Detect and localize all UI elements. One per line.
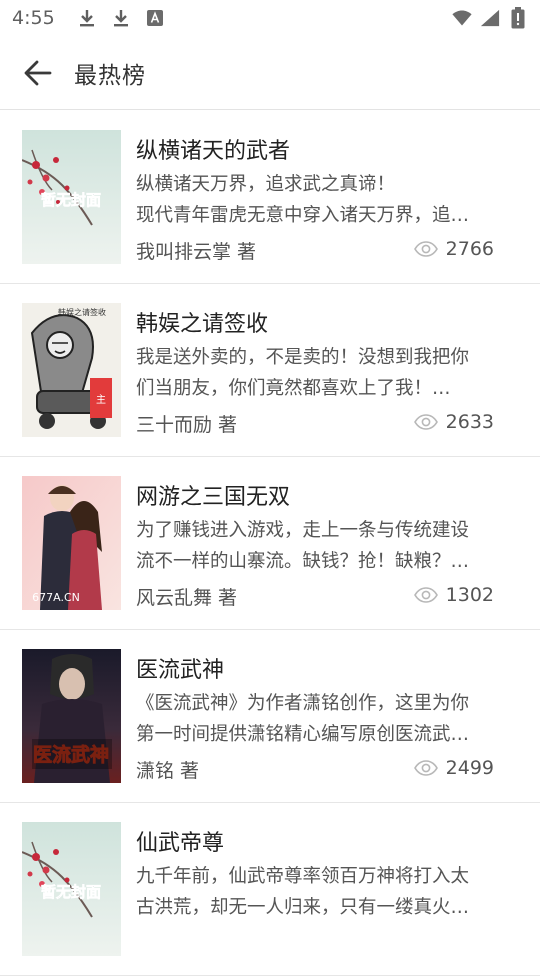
- arrow-left-icon: [24, 60, 52, 85]
- cover-text: 医流武神: [33, 743, 109, 766]
- wifi-icon: [452, 8, 472, 28]
- view-count-value: 2499: [445, 757, 494, 779]
- eye-icon: [413, 760, 438, 776]
- book-list-item[interactable]: 677A.CN 网游之三国无双 为了赚钱进入游戏，走上一条与传统建设 流不一样的…: [0, 457, 540, 630]
- book-cover[interactable]: 医流武神: [22, 649, 121, 783]
- book-cover[interactable]: 主 韩娱之请签收: [22, 303, 121, 437]
- book-title: 仙武帝尊: [136, 831, 225, 856]
- book-description-line: 我是送外卖的，不是卖的！没想到我把你: [136, 347, 470, 368]
- book-description-line: 为了赚钱进入游戏，走上一条与传统建设: [136, 520, 470, 541]
- download-icon: [111, 8, 131, 28]
- book-title: 网游之三国无双: [136, 485, 291, 510]
- view-count: 2766: [413, 238, 494, 260]
- back-button[interactable]: [20, 55, 56, 91]
- download-icon: [77, 8, 97, 28]
- book-description-line: 流不一样的山寨流。缺钱？抢！缺粮？…: [136, 551, 470, 572]
- book-author: 潇铭 著: [136, 760, 200, 782]
- book-author: 风云乱舞 著: [136, 587, 238, 609]
- status-left: 4:55: [12, 7, 165, 29]
- view-count-value: 2766: [445, 238, 494, 260]
- cover-text: 暂无封面: [41, 191, 101, 209]
- view-count: 2633: [413, 411, 494, 433]
- book-description-line: 古洪荒，却无一人归来，只有一缕真火…: [136, 897, 470, 918]
- book-author: 我叫排云掌 著: [136, 241, 257, 263]
- book-cover[interactable]: 暂无封面: [22, 822, 121, 956]
- view-count: 2499: [413, 757, 494, 779]
- book-list-item[interactable]: 暂无封面 纵横诸天的武者 纵横诸天万界，追求武之真谛！ 现代青年雷虎无意中穿入诸…: [0, 111, 540, 284]
- cover-text: 暂无封面: [41, 883, 101, 901]
- book-list: 暂无封面 纵横诸天的武者 纵横诸天万界，追求武之真谛！ 现代青年雷虎无意中穿入诸…: [0, 111, 540, 976]
- book-author: 三十而励 著: [136, 414, 238, 436]
- view-count: 1302: [413, 584, 494, 606]
- book-title: 纵横诸天的武者: [136, 139, 291, 164]
- eye-icon: [413, 414, 438, 430]
- status-bar: 4:55: [0, 0, 540, 36]
- page-title: 最热榜: [74, 62, 146, 89]
- book-description-line: 现代青年雷虎无意中穿入诸天万界，追…: [136, 205, 470, 226]
- a-notification-icon: [145, 8, 165, 28]
- book-description-line: 们当朋友，你们竟然都喜欢上了我！…: [136, 378, 451, 399]
- book-description: 九千年前，仙武帝尊率领百万神将打入太 古洪荒，却无一人归来，只有一缕真火…: [136, 861, 501, 923]
- book-cover[interactable]: 暂无封面: [22, 130, 121, 264]
- svg-text:主: 主: [96, 394, 106, 406]
- book-title: 医流武神: [136, 658, 225, 683]
- cover-text: 677A.CN: [32, 591, 80, 604]
- book-description: 为了赚钱进入游戏，走上一条与传统建设 流不一样的山寨流。缺钱？抢！缺粮？…: [136, 515, 501, 577]
- book-description-line: 九千年前，仙武帝尊率领百万神将打入太: [136, 866, 470, 887]
- book-list-item[interactable]: 主 韩娱之请签收 韩娱之请签收 我是送外卖的，不是卖的！没想到我把你 们当朋友，…: [0, 284, 540, 457]
- book-description-line: 纵横诸天万界，追求武之真谛！: [136, 174, 396, 195]
- signal-icon: [480, 8, 500, 28]
- book-description-line: 第一时间提供潇铭精心编写原创医流武…: [136, 724, 470, 745]
- eye-icon: [413, 587, 438, 603]
- book-title: 韩娱之请签收: [136, 312, 269, 337]
- view-count-value: 1302: [445, 584, 494, 606]
- status-right: [452, 7, 528, 29]
- eye-icon: [413, 241, 438, 257]
- book-list-item[interactable]: 医流武神 医流武神 《医流武神》为作者潇铭创作，这里为你 第一时间提供潇铭精心编…: [0, 630, 540, 803]
- book-description: 《医流武神》为作者潇铭创作，这里为你 第一时间提供潇铭精心编写原创医流武…: [136, 688, 501, 750]
- battery-icon: [508, 7, 528, 29]
- app-bar: 最热榜: [0, 36, 540, 110]
- book-description: 纵横诸天万界，追求武之真谛！ 现代青年雷虎无意中穿入诸天万界，追…: [136, 169, 501, 231]
- book-description-line: 《医流武神》为作者潇铭创作，这里为你: [136, 693, 470, 714]
- book-cover[interactable]: 677A.CN: [22, 476, 121, 610]
- book-description: 我是送外卖的，不是卖的！没想到我把你 们当朋友，你们竟然都喜欢上了我！…: [136, 342, 501, 404]
- view-count-value: 2633: [445, 411, 494, 433]
- status-time: 4:55: [12, 7, 55, 29]
- book-list-item[interactable]: 暂无封面 仙武帝尊 九千年前，仙武帝尊率领百万神将打入太 古洪荒，却无一人归来，…: [0, 803, 540, 976]
- cover-text: 韩娱之请签收: [58, 307, 106, 317]
